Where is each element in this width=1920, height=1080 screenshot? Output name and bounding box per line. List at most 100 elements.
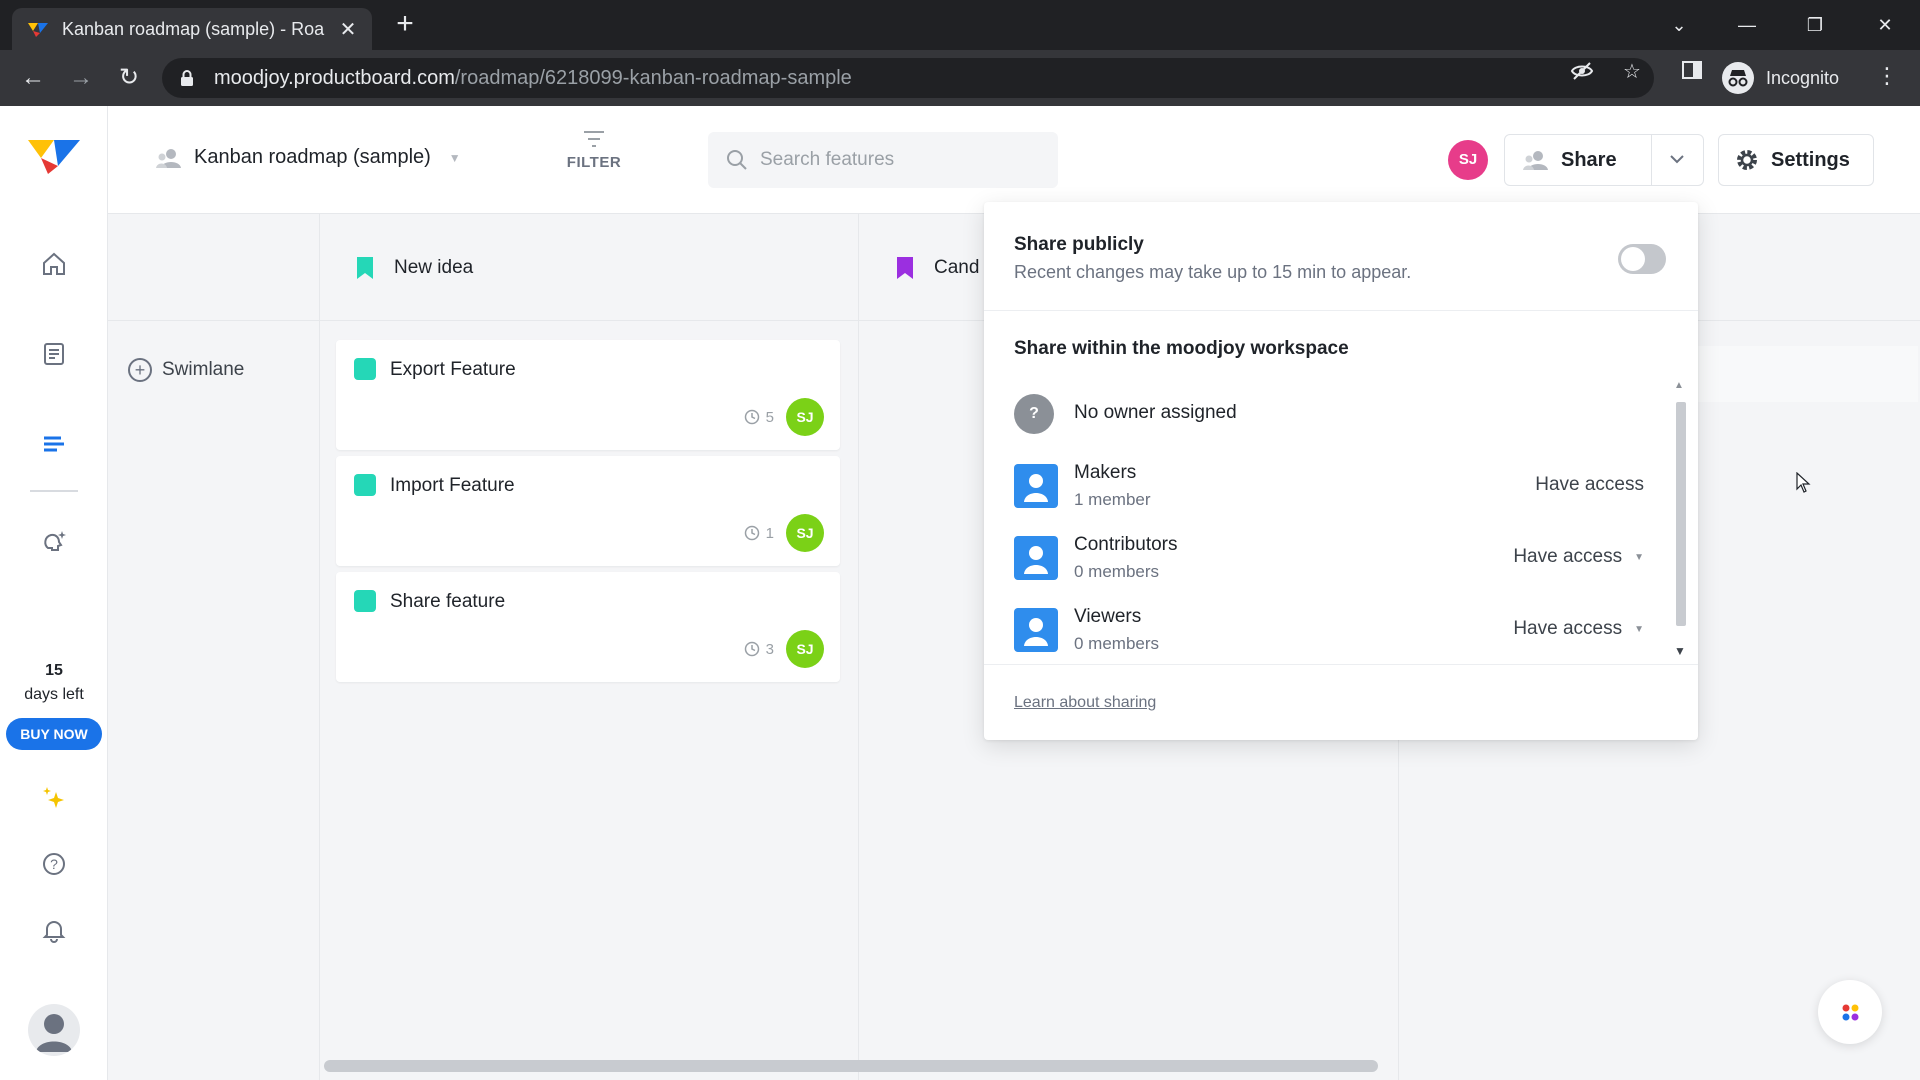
close-window-icon[interactable]: ✕	[1870, 10, 1900, 40]
forward-icon[interactable]: →	[66, 63, 96, 93]
feature-card-title: Export Feature	[390, 359, 516, 380]
url-text: moodjoy.productboard.com/roadmap/6218099…	[214, 67, 852, 90]
url-path: /roadmap/6218099-kanban-roadmap-sample	[454, 66, 852, 89]
popover-scrollbar[interactable]	[1676, 402, 1686, 626]
browser-menu-icon[interactable]: ⋮	[1876, 63, 1898, 89]
share-popover: Share publicly Recent changes may take u…	[984, 202, 1698, 740]
feature-card-count: 1	[765, 524, 774, 542]
feature-card-title: Share feature	[390, 591, 506, 612]
assignee-avatar: SJ	[786, 398, 824, 436]
productboard-favicon-icon	[28, 23, 48, 37]
star-icon[interactable]: ☆	[1620, 59, 1644, 83]
column-header-new-idea[interactable]: New idea	[356, 256, 473, 280]
gear-icon	[1737, 150, 1757, 170]
roadmap-icon[interactable]	[38, 428, 70, 460]
swimlane-column	[108, 214, 320, 1080]
help-icon[interactable]: ?	[38, 848, 70, 880]
learn-about-sharing-link[interactable]: Learn about sharing	[1014, 694, 1156, 712]
share-label: Share	[1561, 148, 1617, 171]
sparkle-icon[interactable]	[38, 782, 70, 814]
horizontal-scrollbar[interactable]	[324, 1060, 1378, 1072]
back-icon[interactable]: ←	[18, 63, 48, 93]
assignee-avatar: SJ	[786, 630, 824, 668]
notifications-bell-icon[interactable]	[38, 914, 70, 946]
lock-icon	[181, 70, 193, 86]
add-swimlane-label: Swimlane	[162, 359, 245, 380]
group-member-count: 1 member	[1074, 490, 1151, 509]
owner-label: No owner assigned	[1074, 402, 1237, 423]
address-bar[interactable]: moodjoy.productboard.com/roadmap/6218099…	[162, 58, 1654, 98]
share-publicly-toggle[interactable]	[1618, 244, 1666, 274]
notes-icon[interactable]	[38, 338, 70, 370]
feature-card-count: 5	[765, 408, 774, 426]
group-name: Makers	[1074, 462, 1137, 483]
user-avatar[interactable]	[28, 1004, 80, 1056]
group-member-count: 0 members	[1074, 562, 1160, 581]
reload-icon[interactable]: ↻	[114, 63, 144, 93]
apps-launcher-button[interactable]	[1818, 980, 1882, 1044]
column-header-candidate[interactable]: Cand	[896, 256, 979, 280]
feature-card[interactable]: Export Feature 5 SJ	[336, 340, 840, 450]
filter-label: FILTER	[566, 154, 622, 171]
scroll-down-icon[interactable]: ▼	[1674, 644, 1686, 658]
filter-icon	[584, 131, 604, 147]
feature-card[interactable]: Import Feature 1 SJ	[336, 456, 840, 566]
eye-off-icon[interactable]	[1570, 59, 1594, 83]
app-sidebar: 15 days left BUY NOW ?	[0, 106, 108, 1080]
workspace-share-title: Share within the moodjoy workspace	[1014, 338, 1349, 359]
search-icon	[727, 150, 747, 170]
feature-status-icon	[354, 474, 376, 496]
browser-tab-bar: Kanban roadmap (sample) - Roa ✕ + ⌄ — ❐ …	[0, 0, 1920, 50]
owner-row[interactable]: ? No owner assigned	[1014, 394, 1644, 454]
insights-icon[interactable]	[38, 526, 70, 558]
side-panel-icon[interactable]	[1680, 59, 1704, 83]
roadmap-title: Kanban roadmap (sample)	[194, 146, 431, 168]
people-icon	[156, 148, 181, 168]
clock-icon	[744, 525, 759, 541]
feature-card-meta: 1 SJ	[744, 514, 824, 552]
app-header: Kanban roadmap (sample) ▼ FILTER Search …	[108, 106, 1920, 214]
access-text: Have access	[1535, 474, 1644, 495]
chevron-down-icon: ▼	[448, 150, 461, 165]
group-access-dropdown[interactable]: Have access ▼	[1513, 618, 1644, 640]
restore-icon[interactable]: ❐	[1800, 10, 1830, 40]
tab-close-icon[interactable]: ✕	[336, 17, 360, 42]
bookmark-icon	[897, 257, 913, 279]
productboard-logo-icon[interactable]	[26, 136, 82, 176]
share-button[interactable]: Share	[1505, 135, 1652, 185]
feature-card[interactable]: Share feature 3 SJ	[336, 572, 840, 682]
group-name: Contributors	[1074, 534, 1178, 555]
collaborator-avatar[interactable]: SJ	[1448, 140, 1488, 180]
people-icon	[1523, 151, 1548, 170]
browser-tab[interactable]: Kanban roadmap (sample) - Roa ✕	[12, 8, 372, 50]
group-access-label: Have access	[1535, 474, 1644, 496]
svg-text:?: ?	[50, 856, 58, 872]
assignee-avatar: SJ	[786, 514, 824, 552]
caret-down-icon: ▼	[1634, 623, 1644, 635]
trial-days-count: 15	[45, 662, 63, 679]
incognito-label: Incognito	[1766, 67, 1840, 88]
feature-card-title: Import Feature	[390, 475, 515, 496]
add-swimlane-button[interactable]: + Swimlane	[128, 358, 244, 382]
search-placeholder: Search features	[760, 149, 895, 170]
share-dropdown-chevron-icon[interactable]	[1652, 151, 1703, 169]
column-label: Cand	[934, 257, 980, 278]
minimize-icon[interactable]: —	[1732, 10, 1762, 40]
filter-button[interactable]: FILTER	[558, 128, 630, 171]
home-icon[interactable]	[38, 248, 70, 280]
group-access-dropdown[interactable]: Have access ▼	[1513, 546, 1644, 568]
roadmap-switcher[interactable]: Kanban roadmap (sample) ▼	[156, 146, 461, 169]
mouse-cursor-icon	[1796, 472, 1811, 493]
scroll-up-icon[interactable]: ▲	[1674, 380, 1684, 391]
settings-button[interactable]: Settings	[1718, 134, 1874, 186]
column-label: New idea	[394, 257, 474, 278]
url-host: moodjoy.productboard.com	[214, 66, 455, 89]
group-row-viewers: Viewers 0 members Have access ▼	[1014, 600, 1644, 660]
feature-status-icon	[354, 590, 376, 612]
tab-search-icon[interactable]: ⌄	[1664, 10, 1694, 40]
new-tab-icon[interactable]: +	[390, 9, 420, 40]
incognito-indicator[interactable]: Incognito	[1722, 58, 1839, 98]
access-text: Have access	[1513, 546, 1623, 567]
search-input[interactable]: Search features	[708, 132, 1058, 188]
buy-now-button[interactable]: BUY NOW	[6, 718, 102, 750]
